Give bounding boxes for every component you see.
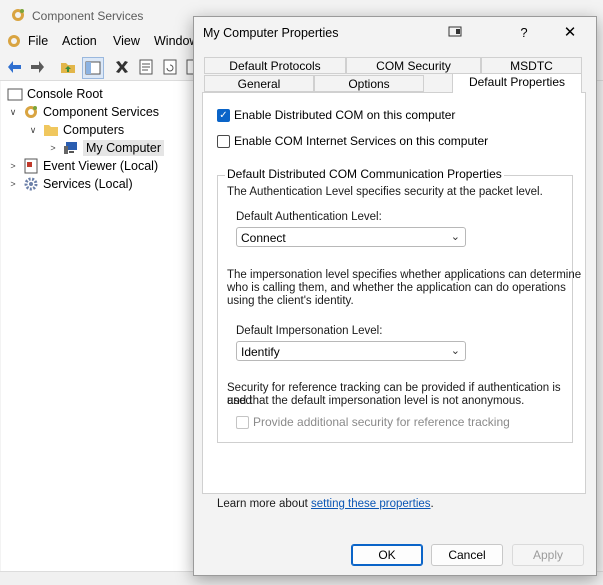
component-services-icon	[25, 106, 37, 118]
component-services-icon	[12, 9, 24, 21]
chevron-down-icon: ⌄	[450, 345, 460, 357]
tree-label: Event Viewer (Local)	[43, 159, 159, 173]
dialog-title-bar[interactable]: My Computer Properties ? ✕	[194, 17, 596, 47]
checkbox-label: Enable Distributed COM on this computer	[234, 108, 456, 122]
menu-view[interactable]: View	[113, 34, 140, 48]
tab-msdtc[interactable]: MSDTC	[481, 57, 582, 74]
computer-icon	[64, 142, 77, 154]
tab-panel: ✓ Enable Distributed COM on this compute…	[202, 92, 586, 510]
ok-button[interactable]: OK	[351, 544, 423, 566]
imp-description-2: who is calling them, and whether the app…	[227, 282, 566, 294]
folder-icon	[7, 88, 23, 101]
services-gear-icon	[24, 177, 38, 191]
imp-description-3: using the client's identity.	[227, 295, 354, 307]
chevron-down-icon[interactable]: ∨	[27, 125, 39, 136]
tree-node-computers[interactable]: ∨ Computers	[27, 121, 124, 139]
forward-icon[interactable]	[27, 57, 47, 77]
tree-node-my-computer[interactable]: > My Computer	[47, 139, 165, 157]
checkbox-icon[interactable]	[217, 134, 230, 148]
chevron-down-icon: ⌄	[450, 231, 460, 243]
tab-default-protocols[interactable]: Default Protocols	[204, 57, 346, 74]
menu-file[interactable]: File	[28, 34, 48, 48]
tab-default-properties[interactable]: Default Properties	[452, 73, 582, 93]
dialog-title: My Computer Properties	[203, 26, 339, 40]
ref-tracking-checkbox[interactable]: Provide additional security for referenc…	[236, 415, 510, 429]
close-button[interactable]: ✕	[548, 17, 592, 47]
refresh-icon[interactable]	[160, 57, 180, 77]
checkbox-label: Provide additional security for referenc…	[253, 415, 510, 429]
chevron-right-icon[interactable]: >	[47, 143, 59, 153]
tree-node-services[interactable]: > Services (Local)	[7, 175, 133, 193]
learn-more-prefix: Learn more about	[217, 498, 311, 510]
select-value: Identify	[241, 345, 280, 359]
snap-icon[interactable]	[434, 17, 478, 47]
mmc-title: Component Services	[32, 9, 144, 23]
ref-description-2: and that the default impersonation level…	[227, 395, 525, 407]
show-hide-tree-icon[interactable]	[82, 57, 104, 79]
tree-node-event-viewer[interactable]: > Event Viewer (Local)	[7, 157, 158, 175]
learn-more-link[interactable]: setting these properties	[311, 498, 431, 510]
menu-window[interactable]: Window	[154, 34, 198, 48]
tree-label: Component Services	[43, 105, 160, 119]
component-services-icon	[8, 35, 20, 47]
chevron-right-icon[interactable]: >	[7, 161, 19, 171]
select-value: Connect	[241, 231, 286, 245]
checkmark-icon[interactable]: ✓	[217, 108, 230, 122]
chevron-right-icon[interactable]: >	[7, 179, 19, 189]
group-label: Default Distributed COM Communication Pr…	[225, 167, 504, 181]
apply-button[interactable]: Apply	[512, 544, 584, 566]
properties-dialog: My Computer Properties ? ✕ Default Proto…	[193, 16, 597, 576]
auth-description: The Authentication Level specifies secur…	[227, 186, 543, 198]
console-tree: Console Root ∨ Component Services ∨ Comp…	[1, 81, 195, 571]
checkbox-label: Enable COM Internet Services on this com…	[234, 134, 489, 148]
imp-description-1: The impersonation level specifies whethe…	[227, 269, 582, 281]
enable-dcom-checkbox[interactable]: ✓ Enable Distributed COM on this compute…	[217, 108, 455, 122]
tree-node-console-root[interactable]: Console Root	[7, 85, 103, 103]
imp-level-select[interactable]: Identify ⌄	[236, 341, 466, 361]
tab-com-security[interactable]: COM Security	[346, 57, 481, 74]
enable-cis-checkbox[interactable]: Enable COM Internet Services on this com…	[217, 134, 488, 148]
cancel-button[interactable]: Cancel	[431, 544, 503, 566]
auth-level-label: Default Authentication Level:	[236, 211, 382, 223]
learn-more-suffix: .	[430, 498, 434, 510]
event-viewer-icon	[24, 158, 38, 174]
properties-icon[interactable]	[136, 57, 156, 77]
tree-label: My Computer	[83, 140, 165, 156]
tree-label: Services (Local)	[43, 177, 133, 191]
imp-level-label: Default Impersonation Level:	[236, 325, 383, 337]
tab-options[interactable]: Options	[314, 75, 424, 92]
tree-label: Console Root	[27, 87, 103, 101]
learn-more: Learn more about setting these propertie…	[217, 498, 434, 511]
tree-node-component-services[interactable]: ∨ Component Services	[7, 103, 159, 121]
tab-general[interactable]: General	[204, 75, 314, 92]
tree-label: Computers	[63, 123, 125, 137]
auth-level-select[interactable]: Connect ⌄	[236, 227, 466, 247]
chevron-down-icon[interactable]: ∨	[7, 107, 19, 118]
back-icon[interactable]	[5, 57, 25, 77]
folder-icon	[44, 125, 58, 136]
menu-action[interactable]: Action	[62, 34, 97, 48]
help-button[interactable]: ?	[502, 17, 546, 47]
up-folder-icon[interactable]	[58, 57, 78, 77]
checkbox-icon[interactable]	[236, 415, 249, 429]
delete-icon[interactable]	[112, 57, 132, 77]
